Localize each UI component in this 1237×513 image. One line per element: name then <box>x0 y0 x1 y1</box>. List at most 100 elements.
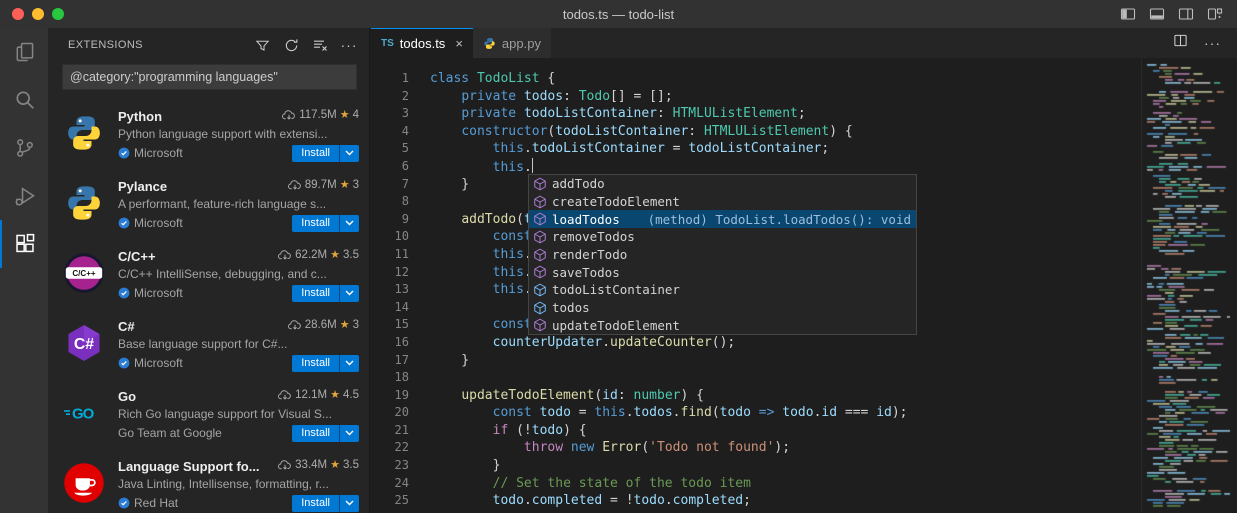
code-line[interactable]: 1class TodoList { <box>371 70 1141 88</box>
install-button[interactable]: Install <box>292 495 359 512</box>
suggest-item-renderTodo[interactable]: renderTodo <box>529 246 916 264</box>
install-button[interactable]: Install <box>292 285 359 302</box>
suggest-item-label: updateTodoElement <box>552 318 680 333</box>
star-icon: ★ <box>340 318 350 331</box>
toggle-panel-icon[interactable] <box>1149 6 1165 22</box>
install-button[interactable]: Install <box>292 425 359 442</box>
symbol-method-icon <box>533 230 552 244</box>
code-line-text: private todos: Todo[] = []; <box>430 88 673 106</box>
code-line-text: throw new Error('Todo not found'); <box>430 439 790 457</box>
extension-item-csharp[interactable]: C#C#28.6M★3Base language support for C#.… <box>48 308 369 378</box>
code-line[interactable]: 5 this.todoListContainer = todoListConta… <box>371 140 1141 158</box>
code-line[interactable]: 22 throw new Error('Todo not found'); <box>371 439 1141 457</box>
more-actions-icon[interactable]: ··· <box>339 35 359 55</box>
customize-layout-icon[interactable] <box>1207 6 1223 22</box>
sidebar-item-source-control[interactable] <box>0 124 48 172</box>
extension-item-go[interactable]: GOGo12.1M★4.5Rich Go language support fo… <box>48 378 369 448</box>
refresh-icon[interactable] <box>281 35 301 55</box>
code-line[interactable]: 25 todo.completed = !todo.completed; <box>371 492 1141 510</box>
code-line[interactable]: 2 private todos: Todo[] = []; <box>371 88 1141 106</box>
sidebar-item-search[interactable] <box>0 76 48 124</box>
extension-name: Language Support fo... <box>118 459 278 474</box>
install-button-label[interactable]: Install <box>292 285 339 302</box>
install-button[interactable]: Install <box>292 145 359 162</box>
suggest-item-createTodoElement[interactable]: createTodoElement <box>529 193 916 211</box>
star-icon: ★ <box>330 458 340 471</box>
minimize-window-button[interactable] <box>32 8 44 20</box>
line-number: 3 <box>371 105 409 123</box>
extensions-search-box <box>62 64 357 90</box>
suggest-item-updateTodoElement[interactable]: updateTodoElement <box>529 317 916 335</box>
minimap[interactable] <box>1141 58 1237 513</box>
close-window-button[interactable] <box>12 8 24 20</box>
activity-bar <box>0 28 48 513</box>
suggest-item-removeTodos[interactable]: removeTodos <box>529 228 916 246</box>
suggest-item-todoListContainer[interactable]: todoListContainer <box>529 281 916 299</box>
install-button-label[interactable]: Install <box>292 495 339 512</box>
extension-name: Go <box>118 389 278 404</box>
suggest-item-label: saveTodos <box>552 265 620 280</box>
symbol-method-icon <box>533 177 552 191</box>
toggle-secondary-sidebar-icon[interactable] <box>1178 6 1194 22</box>
intellisense-suggest-widget: addTodocreateTodoElementloadTodos(method… <box>528 174 917 335</box>
install-dropdown-button[interactable] <box>339 355 359 372</box>
suggest-item-addTodo[interactable]: addTodo <box>529 175 916 193</box>
code-line[interactable]: 20 const todo = this.todos.find(todo => … <box>371 404 1141 422</box>
code-line-text: if (!todo) { <box>430 422 587 440</box>
extension-item-python[interactable]: Python117.5M★4Python language support wi… <box>48 98 369 168</box>
extension-item-cpp[interactable]: C/C++C/C++62.2M★3.5C/C++ IntelliSense, d… <box>48 238 369 308</box>
code-line[interactable]: 18 <box>371 369 1141 387</box>
install-button-label[interactable]: Install <box>292 145 339 162</box>
publisher-name: Microsoft <box>134 146 183 160</box>
code-line[interactable]: 17 } <box>371 352 1141 370</box>
sidebar-item-run-debug[interactable] <box>0 172 48 220</box>
code-line[interactable]: 19 updateTodoElement(id: number) { <box>371 387 1141 405</box>
extensions-panel: EXTENSIONS ··· Python117.5M★4Python lang… <box>48 28 370 513</box>
editor-more-actions-icon[interactable]: ··· <box>1204 35 1221 51</box>
install-button-label[interactable]: Install <box>292 215 339 232</box>
suggest-item-todos[interactable]: todos <box>529 299 916 317</box>
suggest-item-saveTodos[interactable]: saveTodos <box>529 263 916 281</box>
verified-publisher-icon <box>118 147 130 159</box>
close-tab-icon[interactable]: × <box>455 36 463 51</box>
extensions-search-input[interactable] <box>63 70 356 84</box>
split-editor-icon[interactable] <box>1173 33 1188 53</box>
extension-name: C/C++ <box>118 249 278 264</box>
install-dropdown-button[interactable] <box>339 145 359 162</box>
clear-search-results-icon[interactable] <box>310 35 330 55</box>
install-dropdown-button[interactable] <box>339 425 359 442</box>
suggest-item-loadTodos[interactable]: loadTodos(method) TodoList.loadTodos(): … <box>529 210 916 228</box>
tab-label: todos.ts <box>400 36 446 51</box>
extension-description: Java Linting, Intellisense, formatting, … <box>118 477 359 491</box>
extension-publisher: Go Team at Google <box>118 426 292 440</box>
extension-item-pylance[interactable]: Pylance89.7M★3A performant, feature-rich… <box>48 168 369 238</box>
code-line[interactable]: 23 } <box>371 457 1141 475</box>
code-line-text: this. <box>430 264 532 282</box>
extension-item-java[interactable]: Language Support fo...33.4M★3.5 Java Lint… <box>48 448 369 513</box>
toggle-sidebar-icon[interactable] <box>1120 6 1136 22</box>
code-line[interactable]: 21 if (!todo) { <box>371 422 1141 440</box>
install-dropdown-button[interactable] <box>339 285 359 302</box>
code-line[interactable]: 6 this. <box>371 158 1141 176</box>
verified-publisher-icon <box>118 357 130 369</box>
tab-todos-ts[interactable]: TS todos.ts × <box>371 28 473 58</box>
install-dropdown-button[interactable] <box>339 495 359 512</box>
code-line[interactable]: 24 // Set the state of the todo item <box>371 475 1141 493</box>
code-line[interactable]: 3 private todoListContainer: HTMLUListEl… <box>371 105 1141 123</box>
install-button[interactable]: Install <box>292 215 359 232</box>
install-button-label[interactable]: Install <box>292 355 339 372</box>
install-button[interactable]: Install <box>292 355 359 372</box>
sidebar-item-explorer[interactable] <box>0 28 48 76</box>
code-line[interactable]: 4 constructor(todoListContainer: HTMLULi… <box>371 123 1141 141</box>
code-line[interactable]: 16 counterUpdater.updateCounter(); <box>371 334 1141 352</box>
tab-app-py[interactable]: app.py <box>473 28 552 58</box>
download-count: 33.4M <box>295 459 327 471</box>
install-button-label[interactable]: Install <box>292 425 339 442</box>
install-dropdown-button[interactable] <box>339 215 359 232</box>
sidebar-item-extensions[interactable] <box>0 220 48 268</box>
extension-stats: 33.4M★3.5 <box>278 458 359 471</box>
maximize-window-button[interactable] <box>52 8 64 20</box>
filter-icon[interactable] <box>252 35 272 55</box>
rating-value: 3 <box>353 319 359 331</box>
line-number: 25 <box>371 492 409 510</box>
